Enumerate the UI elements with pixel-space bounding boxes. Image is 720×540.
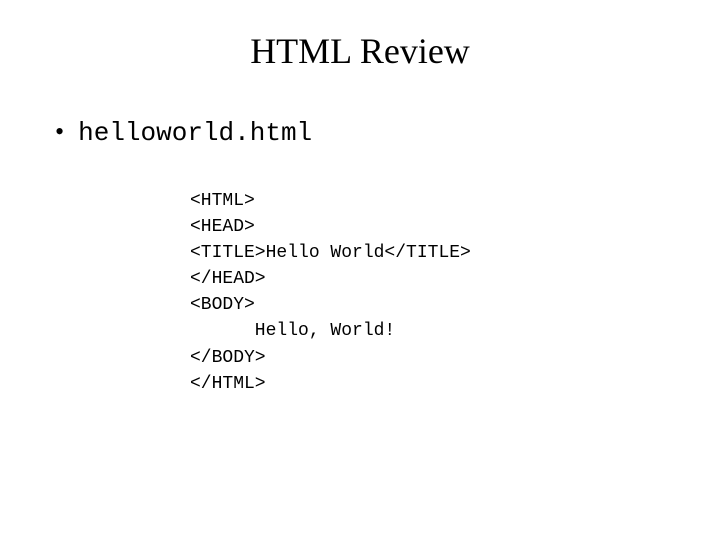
bullet-marker: • [55,117,64,147]
slide-title: HTML Review [0,30,720,72]
bullet-item: • helloworld.html [55,117,720,148]
code-block: <HTML> <HEAD> <TITLE>Hello World</TITLE>… [190,188,720,397]
filename-text: helloworld.html [78,118,312,148]
